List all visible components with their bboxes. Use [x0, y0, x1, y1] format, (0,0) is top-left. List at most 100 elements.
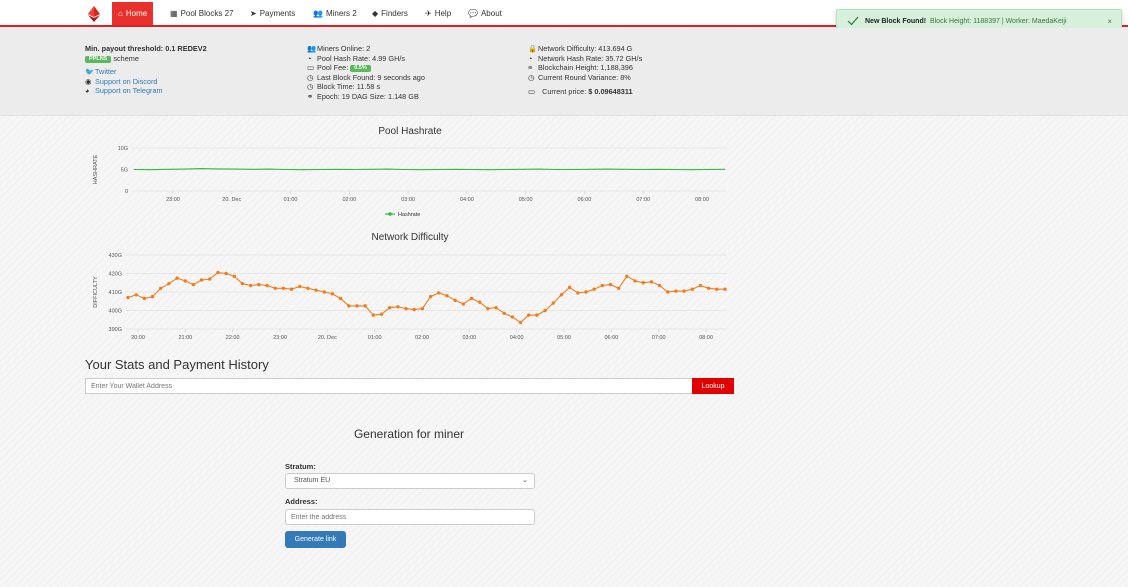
discord-icon: ◉: [85, 76, 92, 86]
x-tick-label: 04:00: [460, 197, 474, 203]
nav-item-payments[interactable]: ➤ Payments: [244, 2, 301, 25]
data-point: [167, 281, 171, 286]
data-point: [371, 313, 376, 317]
pool-hash-rate: Pool Hash Rate: 4.99 GH/s: [317, 53, 406, 63]
data-point: [232, 274, 237, 278]
data-point: [396, 305, 400, 309]
x-tick-label: 23:00: [166, 197, 180, 203]
data-point: [134, 293, 138, 297]
scheme-badge: PPLNS: [85, 55, 112, 63]
generate-link-button[interactable]: Generate link: [285, 531, 346, 548]
stratum-select[interactable]: Stratum EU ⌄: [285, 473, 535, 489]
scheme-label: scheme: [113, 53, 139, 63]
wallet-address-input[interactable]: [85, 378, 693, 394]
lock-icon: 🔒: [528, 44, 538, 53]
cubes-icon: ▦: [170, 9, 178, 18]
nav-item-label: Miners 2: [325, 9, 357, 18]
bars-icon: ≡: [528, 63, 533, 73]
lookup-button[interactable]: Lookup: [692, 378, 734, 394]
data-point: [445, 294, 449, 298]
network-difficulty: Network Difficulty: 413.694 G: [538, 44, 633, 53]
data-point: [469, 296, 474, 301]
data-point: [666, 290, 670, 294]
y-tick-label: 430G: [109, 253, 122, 259]
data-point: [224, 271, 228, 276]
price-label: Current price:: [542, 87, 587, 97]
link-icon: ⚭: [307, 91, 314, 101]
data-point: [387, 306, 392, 310]
data-point: [330, 292, 335, 296]
data-point: [355, 304, 359, 308]
data-point: [248, 283, 253, 288]
twitter-icon: 🐦: [85, 67, 95, 77]
x-tick-label: 07:00: [636, 197, 650, 203]
nav-item-finders[interactable]: ◆ Finders: [366, 2, 414, 25]
data-point: [142, 296, 147, 301]
data-point: [257, 282, 261, 287]
miner-address-input[interactable]: [285, 509, 535, 525]
y-tick-label: 0: [125, 189, 128, 195]
data-point: [543, 308, 547, 313]
data-point: [567, 285, 572, 290]
data-point: [535, 313, 539, 317]
toast-close-button[interactable]: ×: [1107, 17, 1112, 26]
hashrate-chart-title: Pool Hashrate: [378, 126, 442, 137]
money-icon: ▭: [528, 87, 535, 97]
stats-section-title: Your Stats and Payment History: [85, 357, 269, 372]
toast-title: New Block Found!: [865, 18, 927, 25]
blockchain-height: Blockchain Height: 1,188,396: [538, 63, 633, 73]
data-point: [428, 294, 433, 299]
data-point: [633, 279, 637, 283]
x-tick-label: 03:00: [401, 197, 415, 203]
price-value: $ 0.09648311: [588, 87, 633, 97]
miners-online: Miners Online: 2: [317, 44, 371, 53]
data-point: [240, 281, 245, 286]
data-point: [486, 306, 490, 311]
nav-item-label: Pool Blocks 27: [180, 9, 234, 18]
ethereum-logo-icon[interactable]: [88, 6, 100, 22]
stratum-label: Stratum:: [285, 462, 316, 471]
data-point: [306, 286, 310, 290]
legend-marker: [388, 212, 392, 216]
chevron-down-icon: ⌄: [522, 477, 528, 484]
data-point: [183, 279, 187, 283]
data-point: [551, 301, 555, 305]
x-tick-label: 01:00: [284, 197, 298, 203]
users-icon: 👥: [313, 9, 323, 18]
dashboard-icon: ◔: [528, 53, 533, 63]
data-point: [502, 311, 506, 315]
nav-item-about[interactable]: 💬 About: [462, 2, 508, 25]
nav-item-home[interactable]: ⌂ Home: [112, 2, 154, 25]
data-point: [477, 300, 482, 304]
comments-icon: 💬: [468, 9, 478, 18]
telegram-link[interactable]: Support on Telegram: [95, 86, 163, 95]
twitter-link[interactable]: Twitter: [95, 67, 117, 76]
x-tick-label: 20:00: [131, 335, 145, 341]
data-point: [322, 290, 326, 294]
y-tick-label: 10G: [118, 146, 128, 152]
network-stats-column: 🔒Network Difficulty: 413.694 G ◔ Network …: [528, 44, 642, 97]
nav-item-help[interactable]: ✈ Help: [419, 2, 457, 25]
data-point: [208, 277, 212, 281]
x-tick-label: 04:00: [510, 335, 524, 341]
x-tick-label: 02:00: [415, 335, 429, 341]
telegram-icon: ◕: [85, 86, 90, 96]
data-point: [723, 287, 727, 291]
last-block-found: Last Block Found: 9 seconds ago: [317, 72, 425, 82]
data-point: [338, 296, 343, 301]
epoch-info: Epoch: 19 DAG Size: 1.148 GB: [317, 91, 419, 101]
discord-link[interactable]: Support on Discord: [95, 77, 157, 86]
data-point: [706, 286, 711, 290]
x-tick-label: 08:00: [699, 335, 713, 341]
data-point: [641, 281, 645, 285]
checkmark-icon: [847, 16, 859, 26]
paper-plane-icon: ➤: [250, 9, 257, 18]
data-point: [420, 306, 425, 311]
nav-item-miners[interactable]: 👥 Miners 2: [307, 2, 363, 25]
nav-item-pool[interactable]: ▦ Pool Blocks 27: [164, 2, 239, 25]
data-point: [216, 270, 220, 275]
data-point: [592, 287, 596, 291]
data-point: [363, 304, 367, 308]
x-tick-label: 21:00: [178, 335, 192, 341]
x-tick-label: 03:00: [462, 335, 476, 341]
